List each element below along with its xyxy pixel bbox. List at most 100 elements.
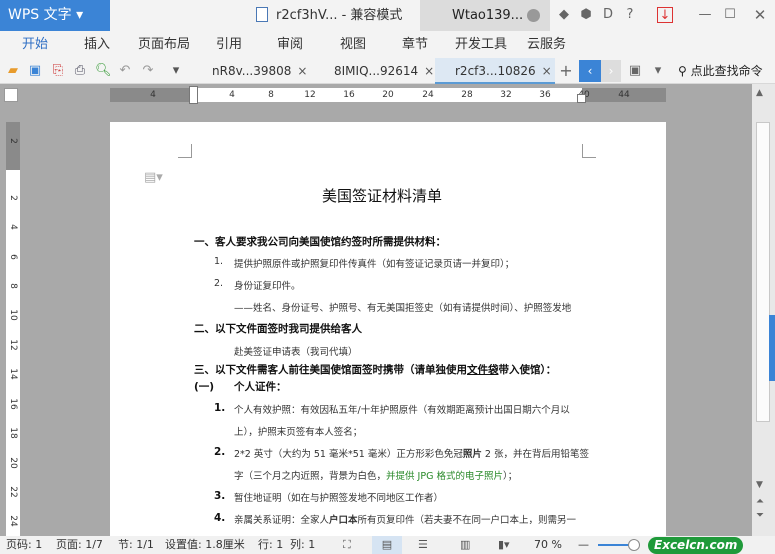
ruler-tick: 4 (229, 90, 235, 100)
list-number: 4. (214, 512, 226, 524)
new-tab-icon[interactable]: + (558, 63, 574, 79)
ruler-tick: 14 (8, 368, 18, 380)
feedback-icon[interactable]: D (600, 7, 616, 23)
menu-developer[interactable]: 开发工具 (455, 31, 507, 58)
scroll-up-icon[interactable]: ▲ (756, 88, 763, 98)
heading-part: 带入使馆）： (498, 364, 557, 376)
dropdown-icon[interactable]: ▾ (168, 63, 184, 79)
undo-icon[interactable]: ↶ (117, 63, 133, 79)
ruler-tick: 8 (268, 90, 274, 100)
ruler-tick: 36 (539, 90, 551, 100)
doc-tab-2[interactable]: 8IMIQ...92614 × (314, 58, 434, 84)
ruler-toggle[interactable] (4, 88, 18, 102)
ruler-tick: 10 (8, 309, 18, 321)
download-icon[interactable]: ↓ (657, 7, 673, 23)
menu-insert[interactable]: 插入 (84, 31, 110, 58)
close-tab-icon[interactable]: × (424, 64, 434, 78)
paragraph-menu-icon[interactable]: ▤▾ (144, 170, 163, 185)
command-search[interactable]: ⚲ 点此查找命令 (678, 58, 763, 84)
close-tab-icon[interactable]: × (297, 64, 307, 78)
list-item: 个人有效护照：有效因私五年/十年护照原件（有效期距离预计出国日期六个月以 (234, 405, 570, 416)
doc-tab-1[interactable]: nR8v...39808 × (192, 58, 312, 84)
menu-home[interactable]: 开始 (22, 31, 48, 58)
scroll-thumb[interactable] (756, 122, 770, 422)
note-text: ——姓名、身份证号、护照号、有无美国拒签史（如有请提供时间）、护照签发地 (234, 303, 572, 314)
menu-references[interactable]: 引用 (216, 31, 242, 58)
save-icon[interactable]: ▣ (27, 63, 43, 79)
redo-icon[interactable]: ↷ (140, 63, 156, 79)
print-preview-icon[interactable]: 🔍︎ (95, 63, 112, 79)
section-heading-1: 一、客人要求我公司向美国使馆约签时所需提供材料： (194, 236, 446, 248)
ruler-tick: 28 (461, 90, 473, 100)
list-item: 提供护照原件或护照复印件传真件（如有签证记录页请一并复印）； (234, 259, 515, 270)
document-page[interactable]: ▤▾ 美国签证材料清单 一、客人要求我公司向美国使馆约签时所需提供材料： 1. … (110, 122, 666, 542)
search-icon: ⚲ (678, 64, 687, 78)
text: 亲属关系证明：全家人 (234, 515, 330, 526)
text-green: 并提供 JPG 格式的电子照片 (386, 471, 503, 482)
right-indent-marker[interactable] (577, 94, 586, 103)
ruler-tick: 32 (500, 90, 512, 100)
fullscreen-icon[interactable]: ⛶ (343, 536, 351, 554)
ruler-tick: 44 (618, 90, 630, 100)
maximize-icon[interactable]: ☐ (722, 7, 738, 23)
menu-review[interactable]: 审阅 (277, 31, 303, 58)
next-page-icon[interactable]: ⏷ (756, 510, 764, 521)
ruler-tick: 6 (8, 254, 18, 260)
reading-mode-icon[interactable]: ▮▾ (498, 536, 510, 554)
section-heading-3: 三、以下文件需客人前往美国使馆面签时携带（请单独使用文件袋带入使馆）： (194, 362, 556, 377)
menu-view[interactable]: 视图 (340, 31, 366, 58)
text-bold: 照片 (462, 449, 482, 460)
tab-next-icon[interactable]: › (601, 60, 621, 82)
app-name: WPS 文字 (8, 7, 72, 23)
open-icon[interactable]: ▰ (5, 63, 21, 79)
close-icon[interactable]: ✕ (752, 7, 768, 23)
avatar-icon (527, 9, 541, 22)
outline-view-icon[interactable]: ☰ (418, 536, 428, 554)
wps-app-menu-button[interactable]: WPS 文字 ▾ (0, 0, 110, 31)
settings-icon[interactable]: ⬢ (578, 7, 594, 23)
zoom-level[interactable]: 70 % (534, 536, 562, 554)
page-view-icon[interactable]: ▤ (372, 536, 402, 554)
heading-underlined: 文件袋 (467, 364, 499, 376)
ruler-tick: 16 (8, 398, 18, 410)
tab-prev-icon[interactable]: ‹ (579, 60, 601, 82)
margin-corner (582, 144, 596, 158)
minimize-icon[interactable]: — (697, 7, 713, 23)
export-pdf-icon[interactable]: ⎘ (50, 63, 66, 79)
subsection-title: 个人证件： (234, 381, 287, 393)
text: 字（三个月之内近照，背景为白色， (234, 471, 387, 482)
user-account[interactable]: Wtao139... ▾ (420, 0, 550, 54)
indent-marker[interactable] (189, 86, 198, 104)
text: 2*2 英寸（大约为 51 毫米*51 毫米）正方形彩色免冠 (234, 449, 463, 460)
ruler-tick: 2 (8, 195, 18, 201)
ruler-tick: 18 (8, 427, 18, 439)
watermark-logo: Excelcn.com (648, 537, 744, 554)
scroll-down-icon[interactable]: ▼ (756, 480, 763, 490)
menu-page-layout[interactable]: 页面布局 (138, 31, 190, 58)
text-bold: 户口本 (329, 515, 358, 526)
web-view-icon[interactable]: ▥ (460, 536, 470, 554)
window-title: r2cf3hV... - 兼容模式 (276, 8, 403, 23)
close-tab-icon[interactable]: × (542, 64, 552, 78)
page-count: 页面: 1/7 (56, 538, 103, 551)
list-number: 3. (214, 490, 226, 502)
menu-cloud[interactable]: 云服务 (527, 31, 566, 58)
tab-list-icon[interactable]: ▣ (627, 63, 643, 79)
zoom-out-icon[interactable]: — (578, 536, 589, 554)
help-icon[interactable]: ? (622, 7, 638, 23)
tab-menu-icon[interactable]: ▾ (650, 63, 666, 79)
list-number: 1. (214, 402, 226, 414)
side-panel-toggle[interactable] (769, 315, 775, 381)
doc-tab-3[interactable]: r2cf3...10826 × (435, 58, 555, 84)
page-number[interactable]: 页码: 1 (6, 536, 42, 554)
section-heading-2: 二、以下文件面签时我司提供给客人 (194, 323, 362, 335)
skin-icon[interactable]: ◆ (556, 7, 572, 23)
search-placeholder: 点此查找命令 (690, 64, 763, 78)
print-icon[interactable]: ⎙ (72, 63, 88, 79)
prev-page-icon[interactable]: ⏶ (756, 496, 764, 507)
status-bar: 页码: 1 页面: 1/7 节: 1/1 设置值: 1.8厘米 行: 1 列: … (0, 536, 775, 554)
zoom-slider-handle[interactable] (628, 539, 640, 551)
ruler-tick: 8 (8, 283, 18, 289)
text: 2 张，并在背后用铅笔签 (481, 449, 589, 460)
menu-section[interactable]: 章节 (402, 31, 428, 58)
